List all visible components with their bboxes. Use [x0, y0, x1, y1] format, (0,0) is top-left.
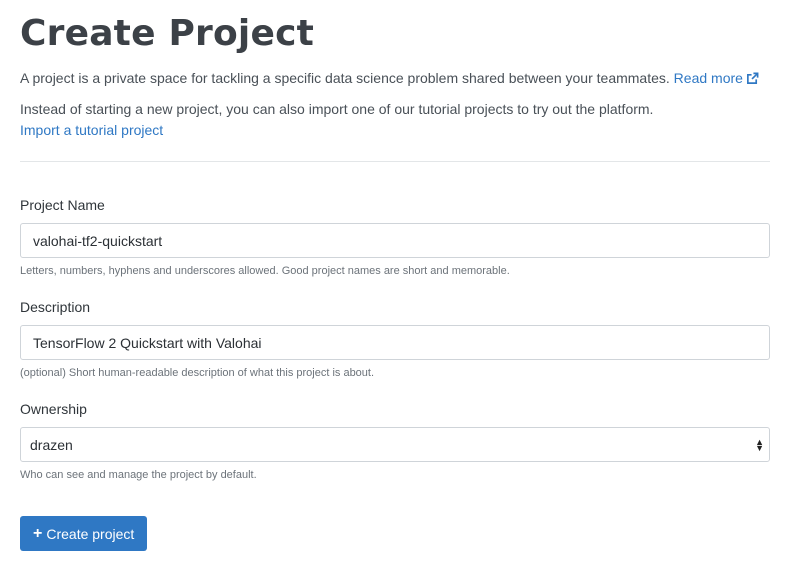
- create-project-label: Create project: [46, 525, 135, 542]
- description-help: (optional) Short human-readable descript…: [20, 367, 375, 379]
- tutorial-paragraph: Instead of starting a new project, you c…: [20, 99, 770, 141]
- plus-icon: +: [33, 524, 43, 542]
- description-label: Description: [20, 299, 91, 315]
- chevron-up-down-icon: ▲ ▼: [755, 436, 764, 453]
- ownership-select[interactable]: drazen ▲ ▼: [20, 427, 770, 462]
- section-divider: [20, 161, 770, 162]
- tutorial-text: Instead of starting a new project, you c…: [20, 101, 654, 117]
- form-actions: + Create project: [20, 516, 770, 551]
- description-field: Description (optional) Short human-reada…: [20, 297, 770, 381]
- project-name-input[interactable]: [20, 223, 770, 258]
- project-name-field: Project Name Letters, numbers, hyphens a…: [20, 195, 770, 279]
- import-tutorial-link[interactable]: Import a tutorial project: [20, 122, 163, 138]
- external-link-icon: [746, 70, 759, 91]
- intro-text: A project is a private space for tacklin…: [20, 70, 670, 86]
- project-name-label: Project Name: [20, 197, 105, 213]
- ownership-label: Ownership: [20, 401, 87, 417]
- page-title: Create Project: [20, 13, 315, 54]
- description-input[interactable]: [20, 325, 770, 360]
- project-name-help: Letters, numbers, hyphens and underscore…: [20, 265, 510, 277]
- create-project-page: Create Project A project is a private sp…: [0, 0, 791, 551]
- ownership-help: Who can see and manage the project by de…: [20, 469, 257, 481]
- read-more-link[interactable]: Read more: [674, 70, 759, 86]
- ownership-field: Ownership drazen ▲ ▼ Who can see and mana…: [20, 399, 770, 483]
- read-more-label: Read more: [673, 70, 743, 86]
- intro-paragraph: A project is a private space for tacklin…: [20, 68, 770, 91]
- create-project-button[interactable]: + Create project: [20, 516, 148, 551]
- ownership-selected-value: drazen: [30, 436, 73, 453]
